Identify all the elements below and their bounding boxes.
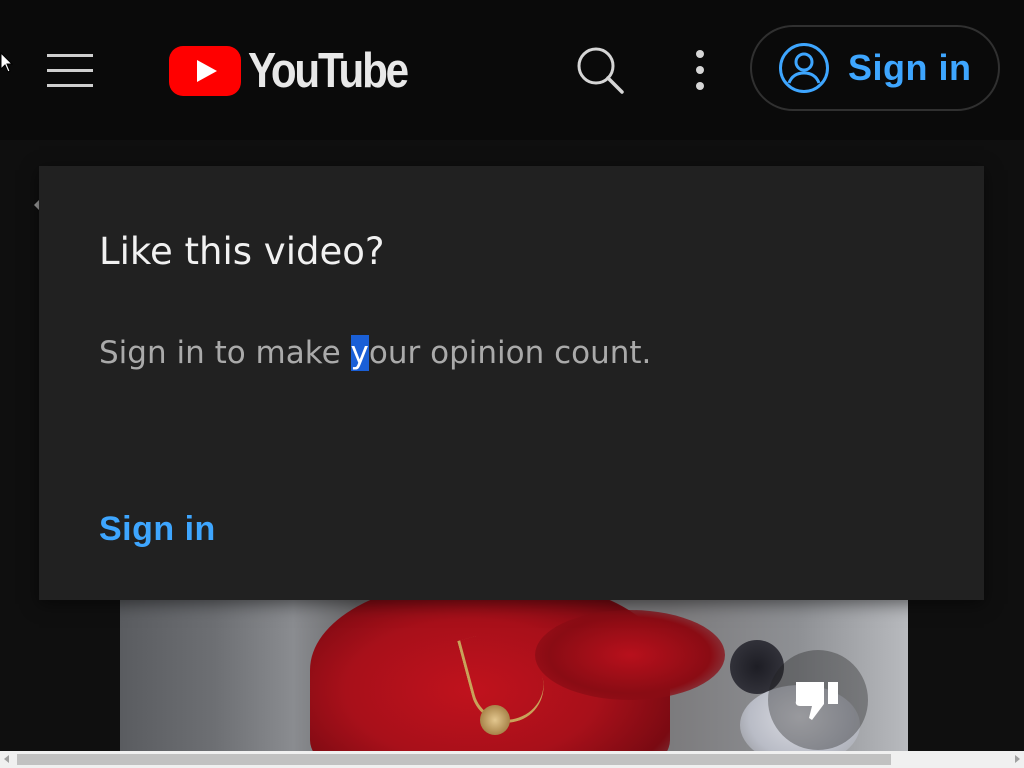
mouse-cursor-icon — [0, 52, 14, 73]
youtube-play-icon — [169, 46, 241, 96]
account-circle-icon — [779, 43, 829, 93]
header-sign-in-button[interactable]: Sign in — [750, 25, 1000, 111]
like-sign-in-dialog: Like this video? Sign in to make your op… — [39, 166, 984, 600]
search-button[interactable] — [572, 42, 628, 98]
video-player[interactable] — [120, 600, 908, 752]
text-selection: y — [350, 335, 369, 371]
youtube-logo[interactable]: YouTube — [168, 42, 433, 100]
hamburger-menu-icon — [47, 54, 93, 87]
dialog-message-start: Sign in to make — [99, 335, 351, 371]
header-sign-in-label: Sign in — [848, 47, 972, 88]
dialog-sign-in-link[interactable]: Sign in — [99, 510, 216, 549]
menu-button[interactable] — [40, 44, 100, 96]
search-icon — [577, 47, 624, 94]
logo-text: YouTube — [248, 44, 409, 98]
scrollbar-thumb[interactable] — [17, 754, 891, 765]
scroll-right-arrow-icon[interactable] — [1015, 755, 1020, 763]
dialog-message-end: our opinion count. — [368, 335, 652, 371]
video-arm — [535, 610, 725, 700]
thumb-down-icon — [795, 682, 838, 720]
dialog-message: Sign in to make your opinion count. — [99, 335, 651, 371]
top-bar: YouTube Sign in — [0, 0, 1024, 140]
more-vertical-icon — [696, 50, 704, 90]
dislike-button[interactable] — [768, 650, 868, 750]
dialog-title: Like this video? — [99, 230, 385, 273]
scroll-left-arrow-icon[interactable] — [4, 755, 9, 763]
video-pendant — [480, 705, 510, 735]
horizontal-scrollbar[interactable] — [0, 751, 1024, 768]
more-options-button[interactable] — [686, 46, 714, 94]
